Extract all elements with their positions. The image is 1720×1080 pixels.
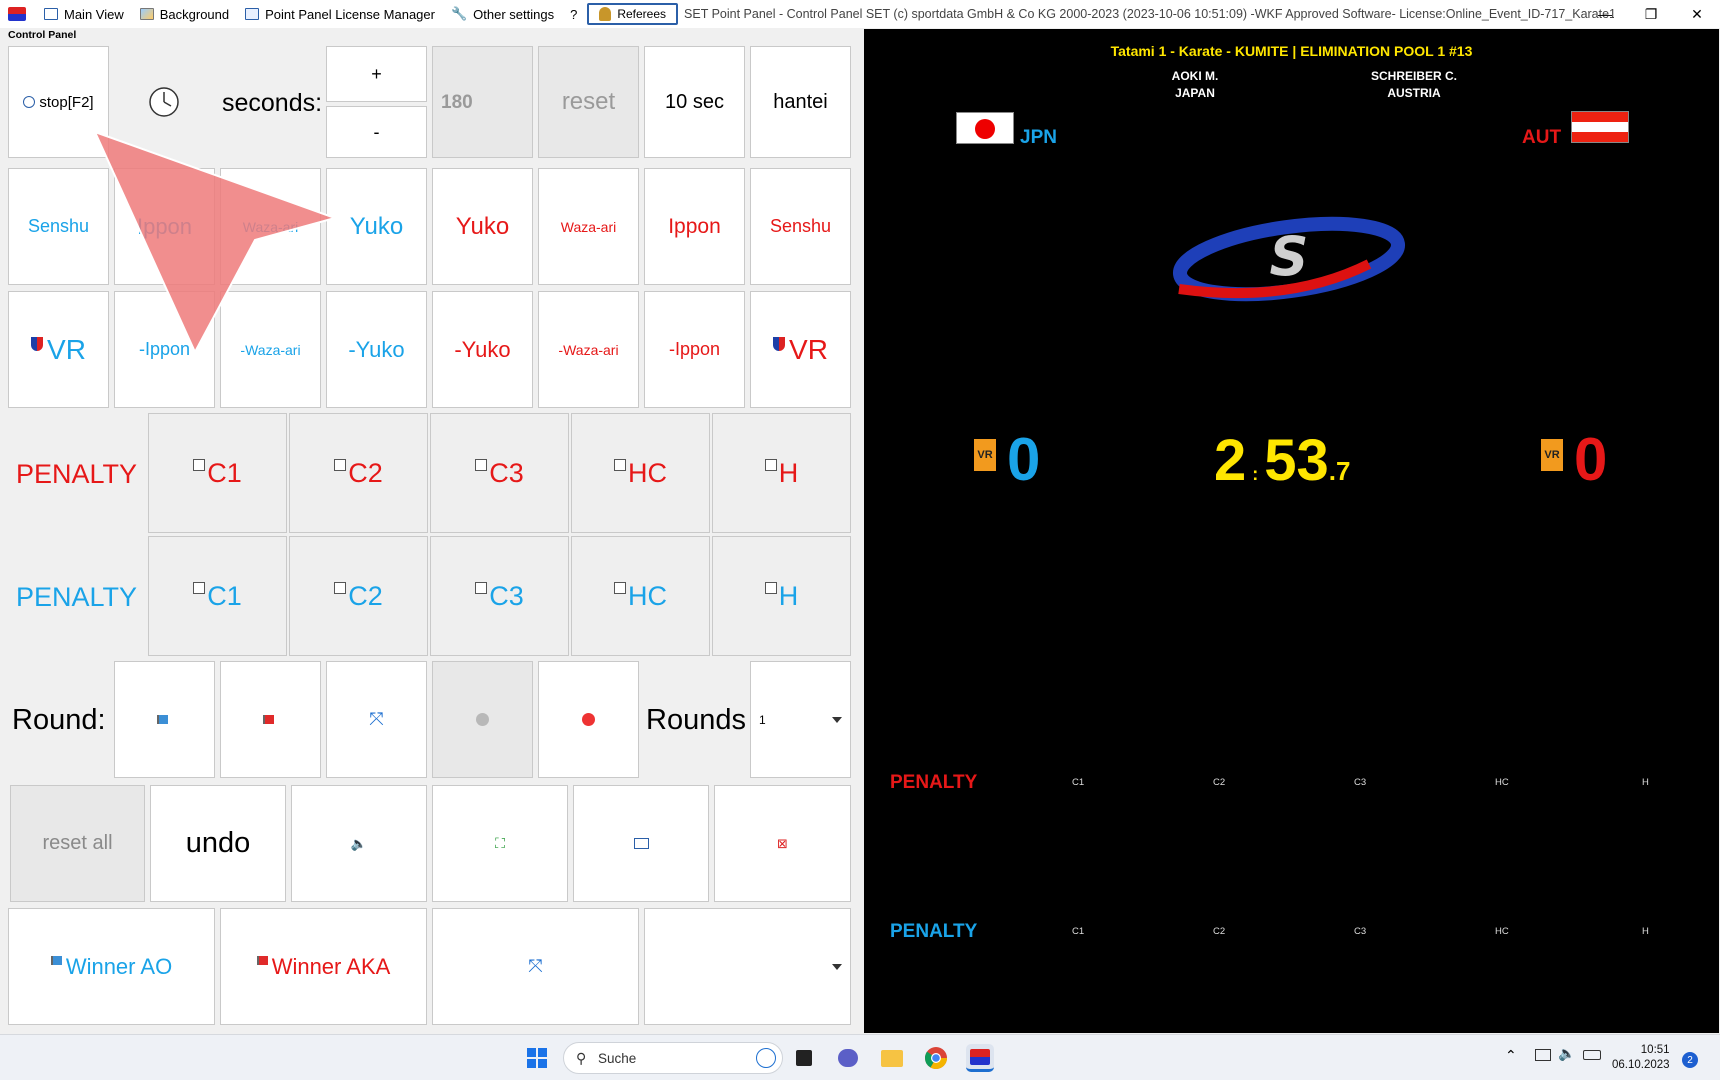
maximize-icon[interactable]: ❐ [1628,0,1674,28]
minimize-icon[interactable]: — [1582,0,1628,28]
board-ao-c3: C3 [1354,926,1367,937]
match-clock: 2 : 53 .7 [1214,427,1350,494]
board-ao-h: H [1642,926,1649,937]
windows-start-icon[interactable] [523,1044,551,1072]
sportdata-logo: S [1172,216,1406,302]
japan-flag [956,112,1014,144]
ao-vr-badge: VR [974,439,996,471]
teams-chat-icon[interactable] [834,1044,862,1072]
file-explorer-icon[interactable] [878,1044,906,1072]
taskbar-time: 10:51 [1640,1044,1670,1056]
ao-score: 0 [1007,426,1041,493]
show-hidden-icons-icon[interactable]: ⌃ [1505,1047,1517,1064]
arrow-shape [93,130,339,355]
aka-name: SCHREIBER C. [1370,69,1457,83]
search-placeholder: Suche [598,1050,637,1066]
match-title: Tatami 1 - Karate - KUMITE | ELIMINATION… [1110,43,1473,59]
notification-badge[interactable]: 2 [1682,1052,1698,1068]
austria-flag [1571,111,1629,143]
network-icon[interactable] [1535,1049,1551,1061]
board-aka-hc: HC [1495,777,1509,788]
board-ao-hc: HC [1495,926,1509,937]
aka-country: AUSTRIA [1387,86,1441,100]
clock-minutes: 2 [1214,428,1247,493]
board-ao-penalty-label: PENALTY [890,921,978,942]
svg-text:S: S [1270,225,1309,288]
aka-competitor: SCHREIBER C. AUSTRIA [1334,68,1494,102]
ao-country-code: JPN [1020,127,1057,148]
board-aka-c3: C3 [1354,777,1367,788]
aka-vr-badge: VR [1541,439,1563,471]
ao-name: AOKI M. [1171,69,1219,83]
aka-country-code: AUT [1522,127,1562,148]
taskbar-date: 06.10.2023 [1612,1059,1670,1071]
scoreboard-display: Tatami 1 - Karate - KUMITE | ELIMINATION… [864,29,1719,1033]
ao-competitor: AOKI M. JAPAN [1130,68,1260,102]
board-ao-c1: C1 [1072,926,1085,937]
aka-score: 0 [1574,426,1608,493]
board-aka-h: H [1642,777,1649,788]
ao-country: JAPAN [1175,86,1215,100]
bing-icon [756,1048,776,1068]
volume-icon[interactable]: 🔈 [1558,1045,1575,1062]
close-icon[interactable]: ✕ [1674,0,1720,28]
taskbar-clock[interactable]: 10:51 06.10.2023 [1612,1043,1670,1073]
board-ao-c2: C2 [1213,926,1226,937]
taskbar: ⚲ Suche ⌃ 🔈 10:51 06.10.2023 2 [0,1034,1720,1080]
board-aka-c2: C2 [1213,777,1226,788]
search-icon: ⚲ [576,1050,587,1066]
task-view-icon[interactable] [790,1044,818,1072]
taskbar-search-input[interactable]: ⚲ Suche [563,1042,783,1074]
battery-icon[interactable] [1583,1050,1601,1060]
pointer-arrow-overlay [93,130,339,355]
clock-separator: : [1252,464,1259,484]
clock-seconds: 53 [1264,428,1329,493]
board-aka-c1: C1 [1072,777,1085,788]
chrome-icon[interactable] [922,1044,950,1072]
set-app-icon[interactable] [966,1044,994,1072]
board-aka-penalty-label: PENALTY [890,772,978,793]
clock-tenths: .7 [1328,456,1351,486]
